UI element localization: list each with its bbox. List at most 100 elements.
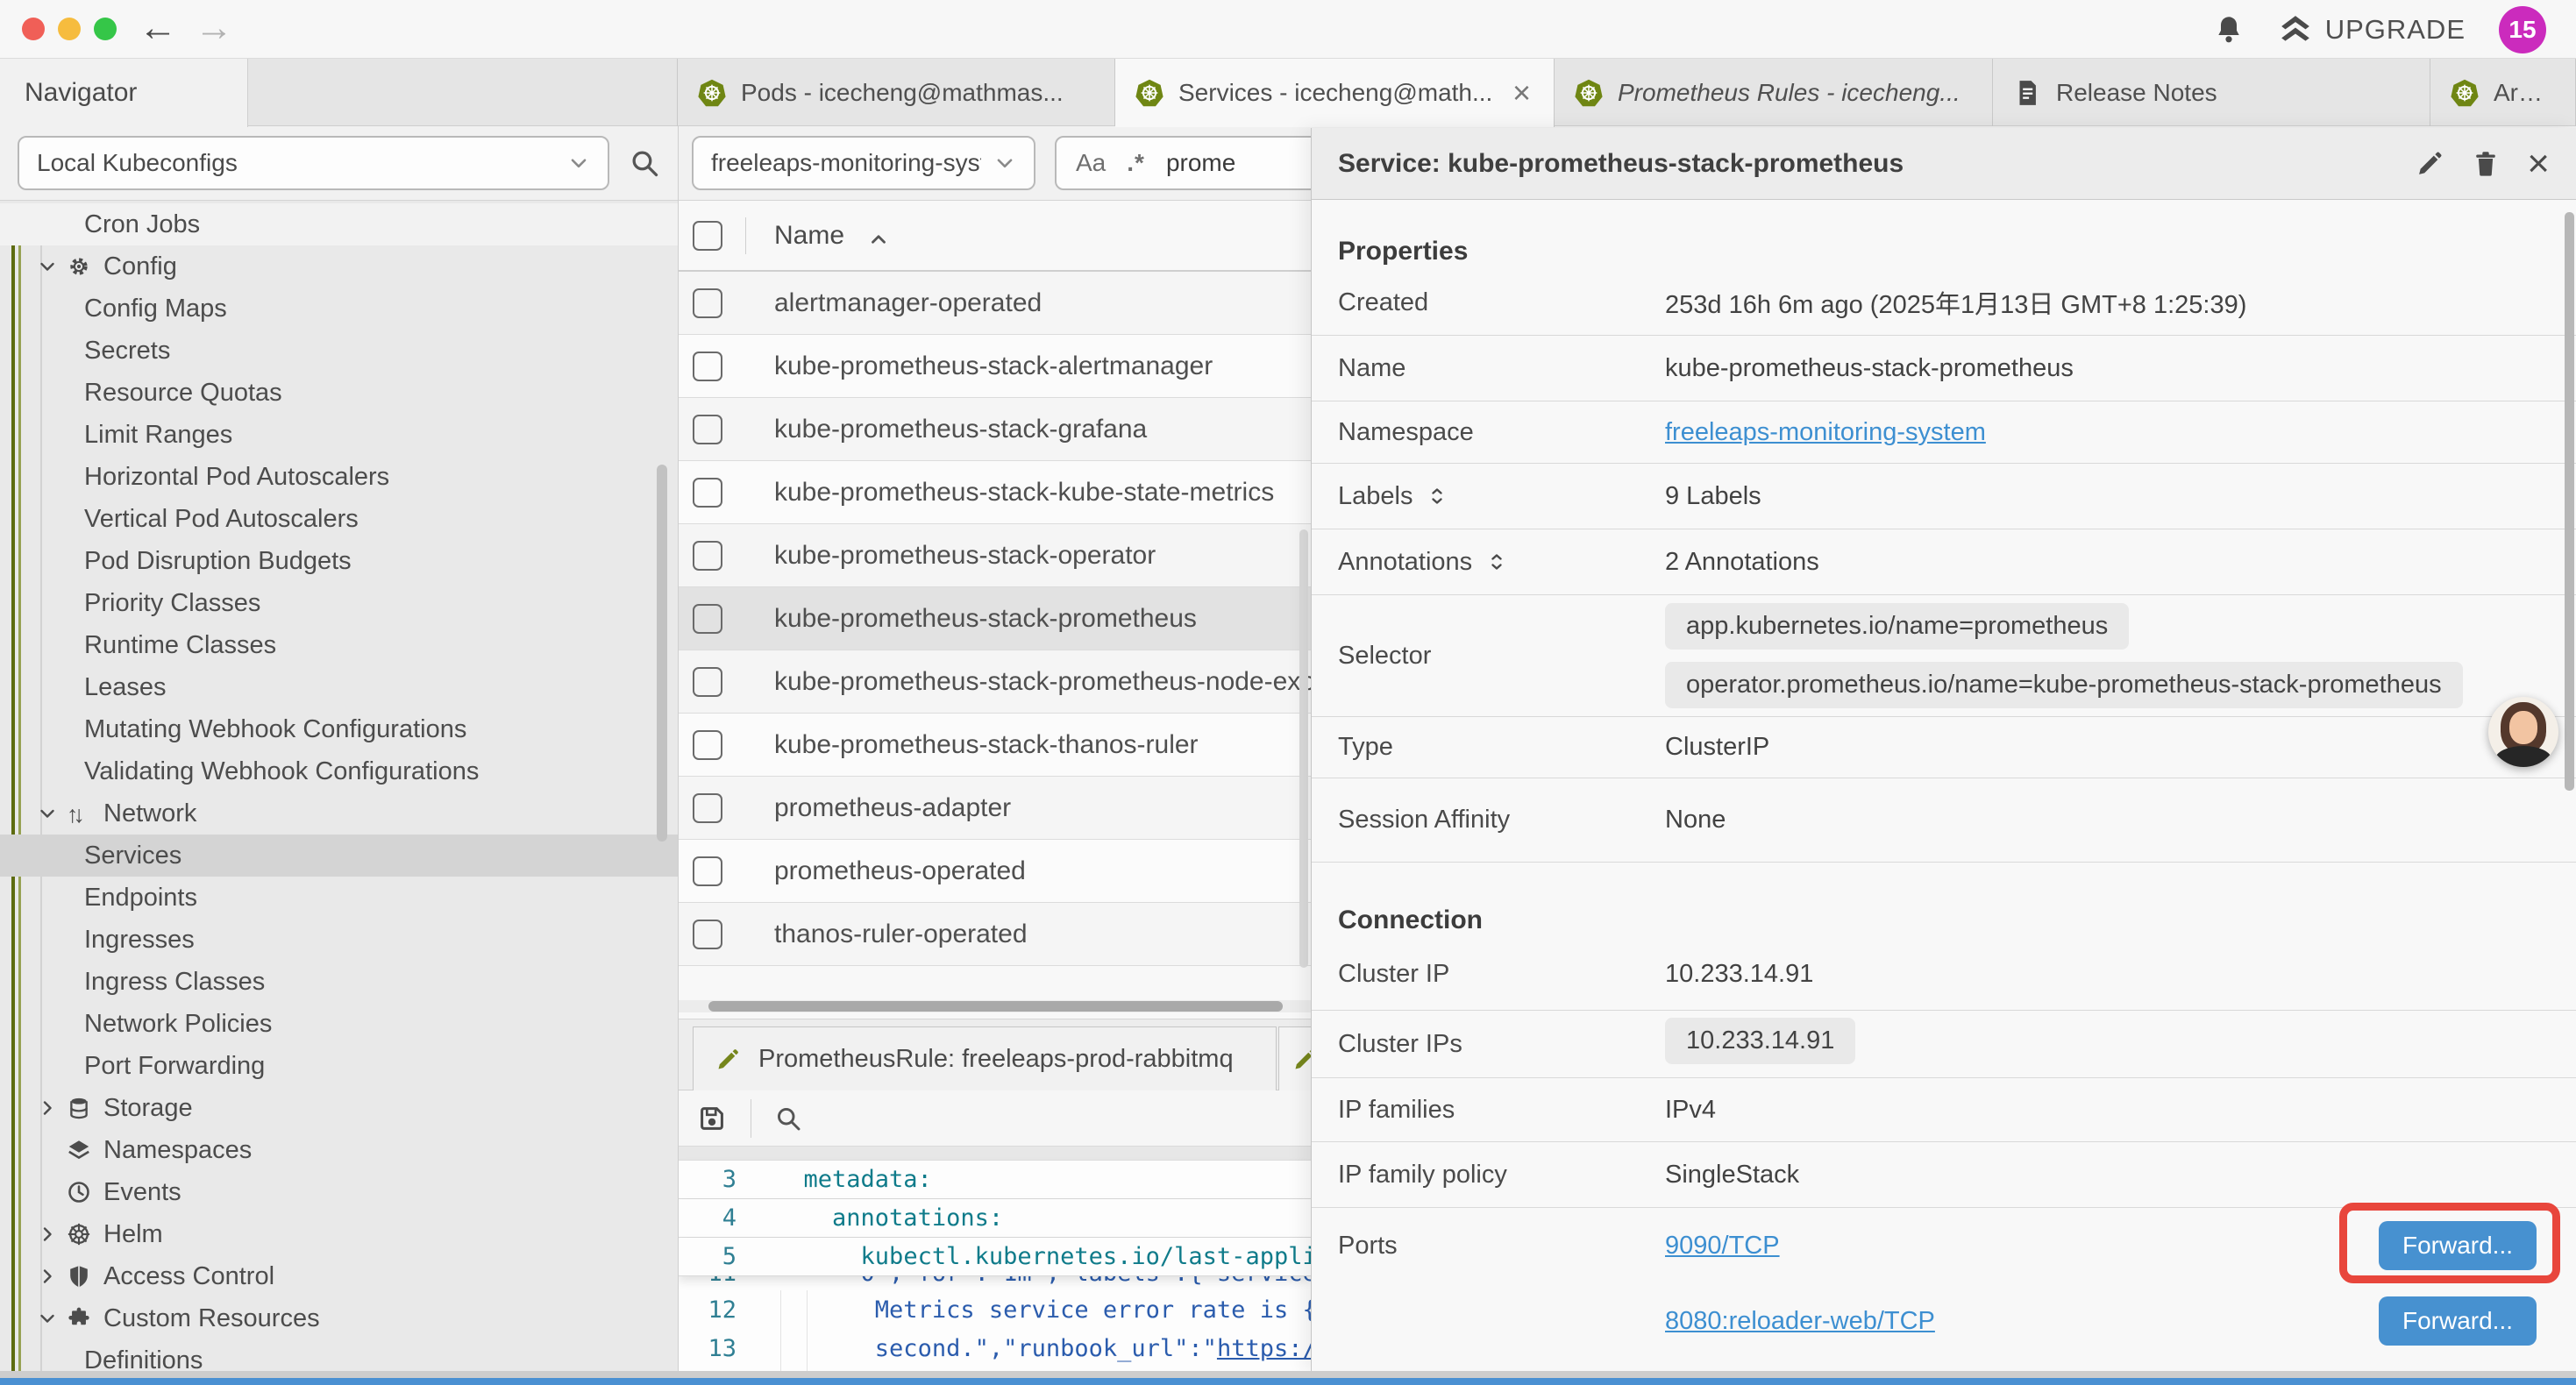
sort-ascending-icon[interactable] bbox=[867, 228, 890, 251]
table-row-kube-prometheus-stack-grafana[interactable]: kube-prometheus-stack-grafana bbox=[679, 398, 1311, 461]
namespace-link[interactable]: freeleaps-monitoring-system bbox=[1665, 418, 1986, 446]
sidebar-item-namespaces[interactable]: Namespaces bbox=[0, 1129, 678, 1171]
table-row-prometheus-operated[interactable]: prometheus-operated bbox=[679, 840, 1311, 903]
bell-icon[interactable] bbox=[2213, 14, 2245, 46]
sidebar-item-config-maps[interactable]: Config Maps bbox=[0, 288, 678, 330]
list-search-input[interactable]: Aa .* prome bbox=[1055, 136, 1311, 190]
editor-tab-prometheusrule[interactable]: PrometheusRule: freeleaps-prod-rabbitmq bbox=[693, 1026, 1277, 1091]
match-case-toggle[interactable]: Aa bbox=[1076, 149, 1106, 177]
sidebar-item-definitions[interactable]: Definitions bbox=[0, 1339, 678, 1371]
chevron-right-icon[interactable] bbox=[37, 1266, 58, 1287]
sidebar-item-endpoints[interactable]: Endpoints bbox=[0, 877, 678, 919]
table-row-kube-prometheus-stack-thanos-ruler[interactable]: kube-prometheus-stack-thanos-ruler bbox=[679, 714, 1311, 777]
navigator-panel-tab[interactable]: Navigator bbox=[0, 59, 248, 127]
table-row-kube-prometheus-stack-prometheus-node-expor[interactable]: kube-prometheus-stack-prometheus-node-ex… bbox=[679, 650, 1311, 714]
sidebar-item-horizontal-pod-autoscalers[interactable]: Horizontal Pod Autoscalers bbox=[0, 456, 678, 498]
sidebar-item-runtime-classes[interactable]: Runtime Classes bbox=[0, 624, 678, 666]
table-row-kube-prometheus-stack-alertmanager[interactable]: kube-prometheus-stack-alertmanager bbox=[679, 335, 1311, 398]
forward-button[interactable]: Forward... bbox=[2379, 1296, 2537, 1346]
sidebar-item-priority-classes[interactable]: Priority Classes bbox=[0, 582, 678, 624]
tab-pods-icecheng-mathmas[interactable]: Pods - icecheng@mathmas... bbox=[678, 59, 1115, 126]
sort-updown-icon[interactable] bbox=[1486, 551, 1507, 572]
sidebar-scrollbar[interactable] bbox=[657, 465, 667, 842]
scrollbar-thumb[interactable] bbox=[708, 1001, 1283, 1012]
sidebar-item-cron-jobs[interactable]: Cron Jobs bbox=[0, 203, 678, 245]
row-checkbox[interactable] bbox=[693, 920, 722, 949]
sidebar-item-pod-disruption-budgets[interactable]: Pod Disruption Budgets bbox=[0, 540, 678, 582]
tab-prometheus-rules-icecheng[interactable]: Prometheus Rules - icecheng... bbox=[1555, 59, 1993, 126]
regex-toggle[interactable]: .* bbox=[1127, 149, 1145, 177]
chevron-right-icon[interactable] bbox=[37, 1097, 58, 1119]
sidebar-item-resource-quotas[interactable]: Resource Quotas bbox=[0, 372, 678, 414]
drawer-scrollbar[interactable] bbox=[2565, 212, 2574, 791]
close-icon[interactable]: × bbox=[2527, 146, 2550, 181]
tab-services-icecheng-math[interactable]: Services - icecheng@math...× bbox=[1115, 59, 1555, 127]
table-scrollbar[interactable] bbox=[1299, 529, 1308, 968]
chevron-down-icon[interactable] bbox=[37, 1308, 58, 1329]
sidebar-item-mutating-webhook-configurations[interactable]: Mutating Webhook Configurations bbox=[0, 708, 678, 750]
sidebar-item-services[interactable]: Services bbox=[0, 835, 678, 877]
row-checkbox[interactable] bbox=[693, 541, 722, 571]
sidebar-item-storage[interactable]: Storage bbox=[0, 1087, 678, 1129]
close-window-button[interactable] bbox=[22, 18, 45, 40]
minimize-window-button[interactable] bbox=[58, 18, 81, 40]
port-link[interactable]: 8080:reloader-web/TCP bbox=[1665, 1307, 1935, 1336]
save-icon[interactable] bbox=[696, 1103, 728, 1134]
delete-icon[interactable] bbox=[2471, 149, 2501, 179]
upgrade-button[interactable]: UPGRADE bbox=[2278, 12, 2466, 47]
zoom-window-button[interactable] bbox=[94, 18, 117, 40]
row-checkbox[interactable] bbox=[693, 667, 722, 697]
table-row-kube-prometheus-stack-kube-state-metrics[interactable]: kube-prometheus-stack-kube-state-metrics bbox=[679, 461, 1311, 524]
row-checkbox[interactable] bbox=[693, 856, 722, 886]
edit-icon[interactable] bbox=[2415, 149, 2444, 179]
editor-search-icon[interactable] bbox=[774, 1104, 802, 1133]
sidebar-item-secrets[interactable]: Secrets bbox=[0, 330, 678, 372]
yaml-editor[interactable]: 3 metadata:4 annotations:5 kubectl.kuber… bbox=[679, 1161, 1311, 1371]
sidebar-item-config[interactable]: Config bbox=[0, 245, 678, 288]
tab-release-notes[interactable]: Release Notes bbox=[1993, 59, 2430, 126]
chevron-down-icon[interactable] bbox=[37, 803, 58, 824]
sidebar-item-leases[interactable]: Leases bbox=[0, 666, 678, 708]
kubeconfig-selector[interactable]: Local Kubeconfigs bbox=[18, 136, 609, 190]
sidebar-item-ingress-classes[interactable]: Ingress Classes bbox=[0, 961, 678, 1003]
sidebar-item-custom-resources[interactable]: Custom Resources bbox=[0, 1297, 678, 1339]
tab-argo-se[interactable]: Argo Se bbox=[2430, 59, 2576, 126]
sidebar-item-events[interactable]: Events bbox=[0, 1171, 678, 1213]
table-row-prometheus-adapter[interactable]: prometheus-adapter bbox=[679, 777, 1311, 840]
sidebar-item-network[interactable]: ↑↓Network bbox=[0, 792, 678, 835]
sidebar-item-limit-ranges[interactable]: Limit Ranges bbox=[0, 414, 678, 456]
table-row-kube-prometheus-stack-prometheus[interactable]: kube-prometheus-stack-prometheus bbox=[679, 587, 1311, 650]
table-row-alertmanager-operated[interactable]: alertmanager-operated bbox=[679, 272, 1311, 335]
close-tab-icon[interactable]: × bbox=[1509, 77, 1534, 109]
sidebar-item-port-forwarding[interactable]: Port Forwarding bbox=[0, 1045, 678, 1087]
row-checkbox[interactable] bbox=[693, 288, 722, 318]
row-checkbox[interactable] bbox=[693, 730, 722, 760]
sidebar-item-network-policies[interactable]: Network Policies bbox=[0, 1003, 678, 1045]
forward-button[interactable]: Forward... bbox=[2379, 1221, 2537, 1270]
namespace-selector[interactable]: freeleaps-monitoring-system bbox=[692, 136, 1035, 190]
table-row-thanos-ruler-operated[interactable]: thanos-ruler-operated bbox=[679, 903, 1311, 966]
sort-updown-icon[interactable] bbox=[1427, 486, 1448, 507]
select-all-checkbox[interactable] bbox=[693, 221, 722, 251]
row-checkbox[interactable] bbox=[693, 478, 722, 508]
port-link[interactable]: 9090/TCP bbox=[1665, 1232, 1780, 1261]
table-row-kube-prometheus-stack-operator[interactable]: kube-prometheus-stack-operator bbox=[679, 524, 1311, 587]
row-checkbox[interactable] bbox=[693, 415, 722, 444]
name-column-header[interactable]: Name bbox=[774, 221, 844, 251]
sidebar-item-ingresses[interactable]: Ingresses bbox=[0, 919, 678, 961]
table-horizontal-scrollbar[interactable] bbox=[679, 1000, 1311, 1012]
chevron-down-icon[interactable] bbox=[37, 256, 58, 277]
row-checkbox[interactable] bbox=[693, 793, 722, 823]
notification-badge[interactable]: 15 bbox=[2499, 6, 2546, 53]
sidebar-item-access-control[interactable]: Access Control bbox=[0, 1255, 678, 1297]
sidebar-item-vertical-pod-autoscalers[interactable]: Vertical Pod Autoscalers bbox=[0, 498, 678, 540]
sidebar-search-icon[interactable] bbox=[629, 147, 660, 179]
row-checkbox[interactable] bbox=[693, 604, 722, 634]
back-arrow-icon[interactable]: ← bbox=[139, 7, 177, 49]
row-checkbox[interactable] bbox=[693, 352, 722, 381]
sidebar-item-validating-webhook-configurations[interactable]: Validating Webhook Configurations bbox=[0, 750, 678, 792]
forward-arrow-icon[interactable]: → bbox=[195, 7, 233, 49]
editor-tab-partial[interactable] bbox=[1278, 1026, 1311, 1091]
chevron-right-icon[interactable] bbox=[37, 1224, 58, 1245]
sidebar-item-helm[interactable]: Helm bbox=[0, 1213, 678, 1255]
